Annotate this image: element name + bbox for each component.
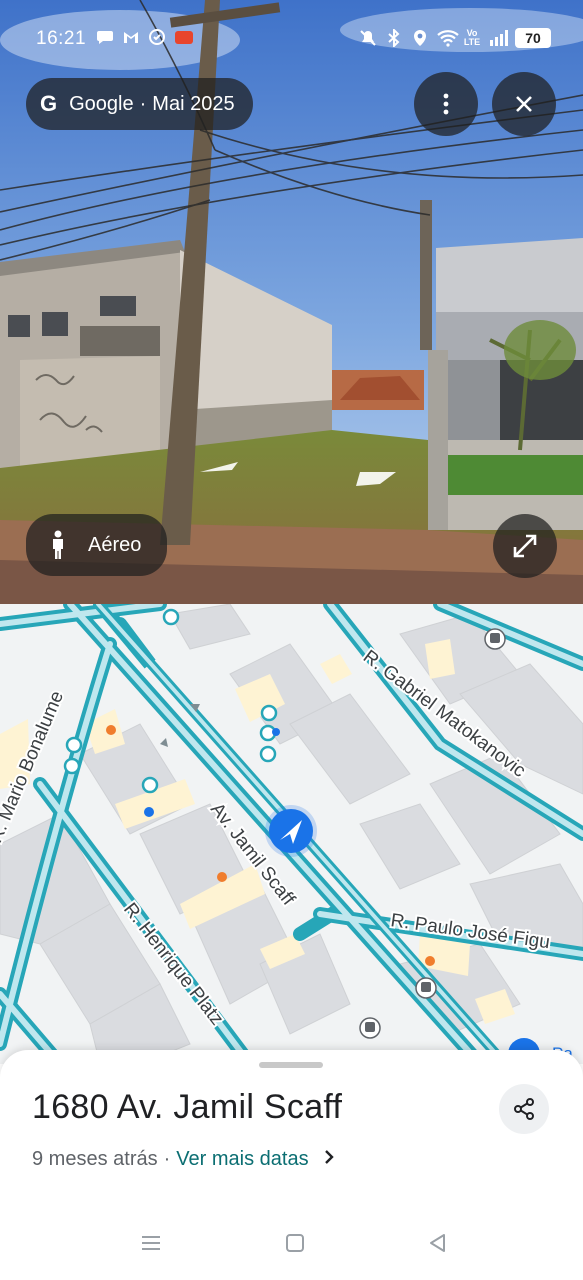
transit-stop-icon[interactable] (63, 757, 81, 775)
chat-icon (96, 28, 114, 46)
meta-separator: · (163, 1148, 171, 1170)
expand-icon (513, 534, 537, 558)
app-icon (174, 28, 193, 46)
street-view-panel[interactable]: 16:21 Vo LTE 70 G Google · Mai 2025 Aére… (0, 0, 583, 604)
place-info-sheet[interactable]: 1680 Av. Jamil Scaff 9 meses atrás · Ver… (0, 1050, 583, 1280)
capture-date-chip[interactable]: G Google · Mai 2025 (26, 78, 253, 130)
status-time: 16:21 (36, 28, 87, 49)
poi-dot-icon[interactable] (217, 872, 227, 882)
more-options-button[interactable] (414, 72, 478, 136)
bus-stop-icon[interactable] (484, 628, 506, 650)
gmail-icon (122, 28, 140, 46)
share-button[interactable] (499, 1084, 549, 1134)
poi-dot-icon[interactable] (272, 728, 280, 736)
time-ago: 9 meses atrás (32, 1148, 158, 1170)
aerial-view-button[interactable]: Aéreo (26, 514, 168, 576)
location-icon (411, 29, 429, 47)
pegman-icon (53, 530, 63, 559)
transit-stop-icon[interactable] (259, 745, 277, 763)
close-icon (516, 96, 532, 112)
transit-stop-icon[interactable] (162, 608, 180, 626)
close-button[interactable] (492, 72, 556, 136)
signal-icon (489, 29, 508, 47)
capture-date: Mai 2025 (152, 92, 235, 115)
menu-nav-icon[interactable] (139, 1232, 163, 1256)
wifi-icon (437, 29, 459, 47)
brand-label: Google (69, 92, 134, 115)
transit-stop-icon[interactable] (260, 704, 278, 722)
mute-icon (359, 29, 377, 47)
poi-dot-icon[interactable] (106, 725, 116, 735)
status-bar: 16:21 Vo LTE 70 (0, 22, 583, 58)
battery-indicator: 70 (515, 28, 551, 48)
poi-dot-icon[interactable] (425, 956, 435, 966)
bus-stop-icon[interactable] (359, 1017, 381, 1039)
volte-icon: Vo LTE (463, 28, 481, 47)
share-icon (514, 1098, 534, 1120)
map-canvas[interactable]: R. Mario Bonalume Av. Jamil Scaff R. Gab… (0, 604, 583, 1064)
transit-stop-icon[interactable] (141, 776, 159, 794)
more-vert-icon (443, 93, 449, 115)
fullscreen-button[interactable] (493, 514, 557, 578)
drag-handle[interactable] (259, 1062, 323, 1068)
aerial-view-label: Aéreo (88, 533, 142, 556)
bus-stop-icon[interactable] (415, 977, 437, 999)
shield-icon (148, 28, 166, 46)
home-nav-icon[interactable] (283, 1232, 307, 1256)
bluetooth-icon (385, 27, 403, 49)
system-nav-bar (0, 1220, 583, 1270)
poi-dot-icon[interactable] (144, 807, 154, 817)
image-date-row: 9 meses atrás · Ver mais datas (32, 1148, 335, 1171)
google-g-icon: G (40, 91, 58, 116)
back-nav-icon[interactable] (426, 1232, 450, 1256)
current-location-icon[interactable] (265, 805, 317, 857)
map-panel[interactable]: R. Mario Bonalume Av. Jamil Scaff R. Gab… (0, 604, 583, 1064)
chip-separator: · (139, 92, 147, 115)
chevron-right-icon[interactable] (323, 1148, 335, 1171)
place-address: 1680 Av. Jamil Scaff (32, 1088, 343, 1126)
more-dates-link[interactable]: Ver mais datas (176, 1148, 308, 1171)
transit-stop-icon[interactable] (65, 736, 83, 754)
